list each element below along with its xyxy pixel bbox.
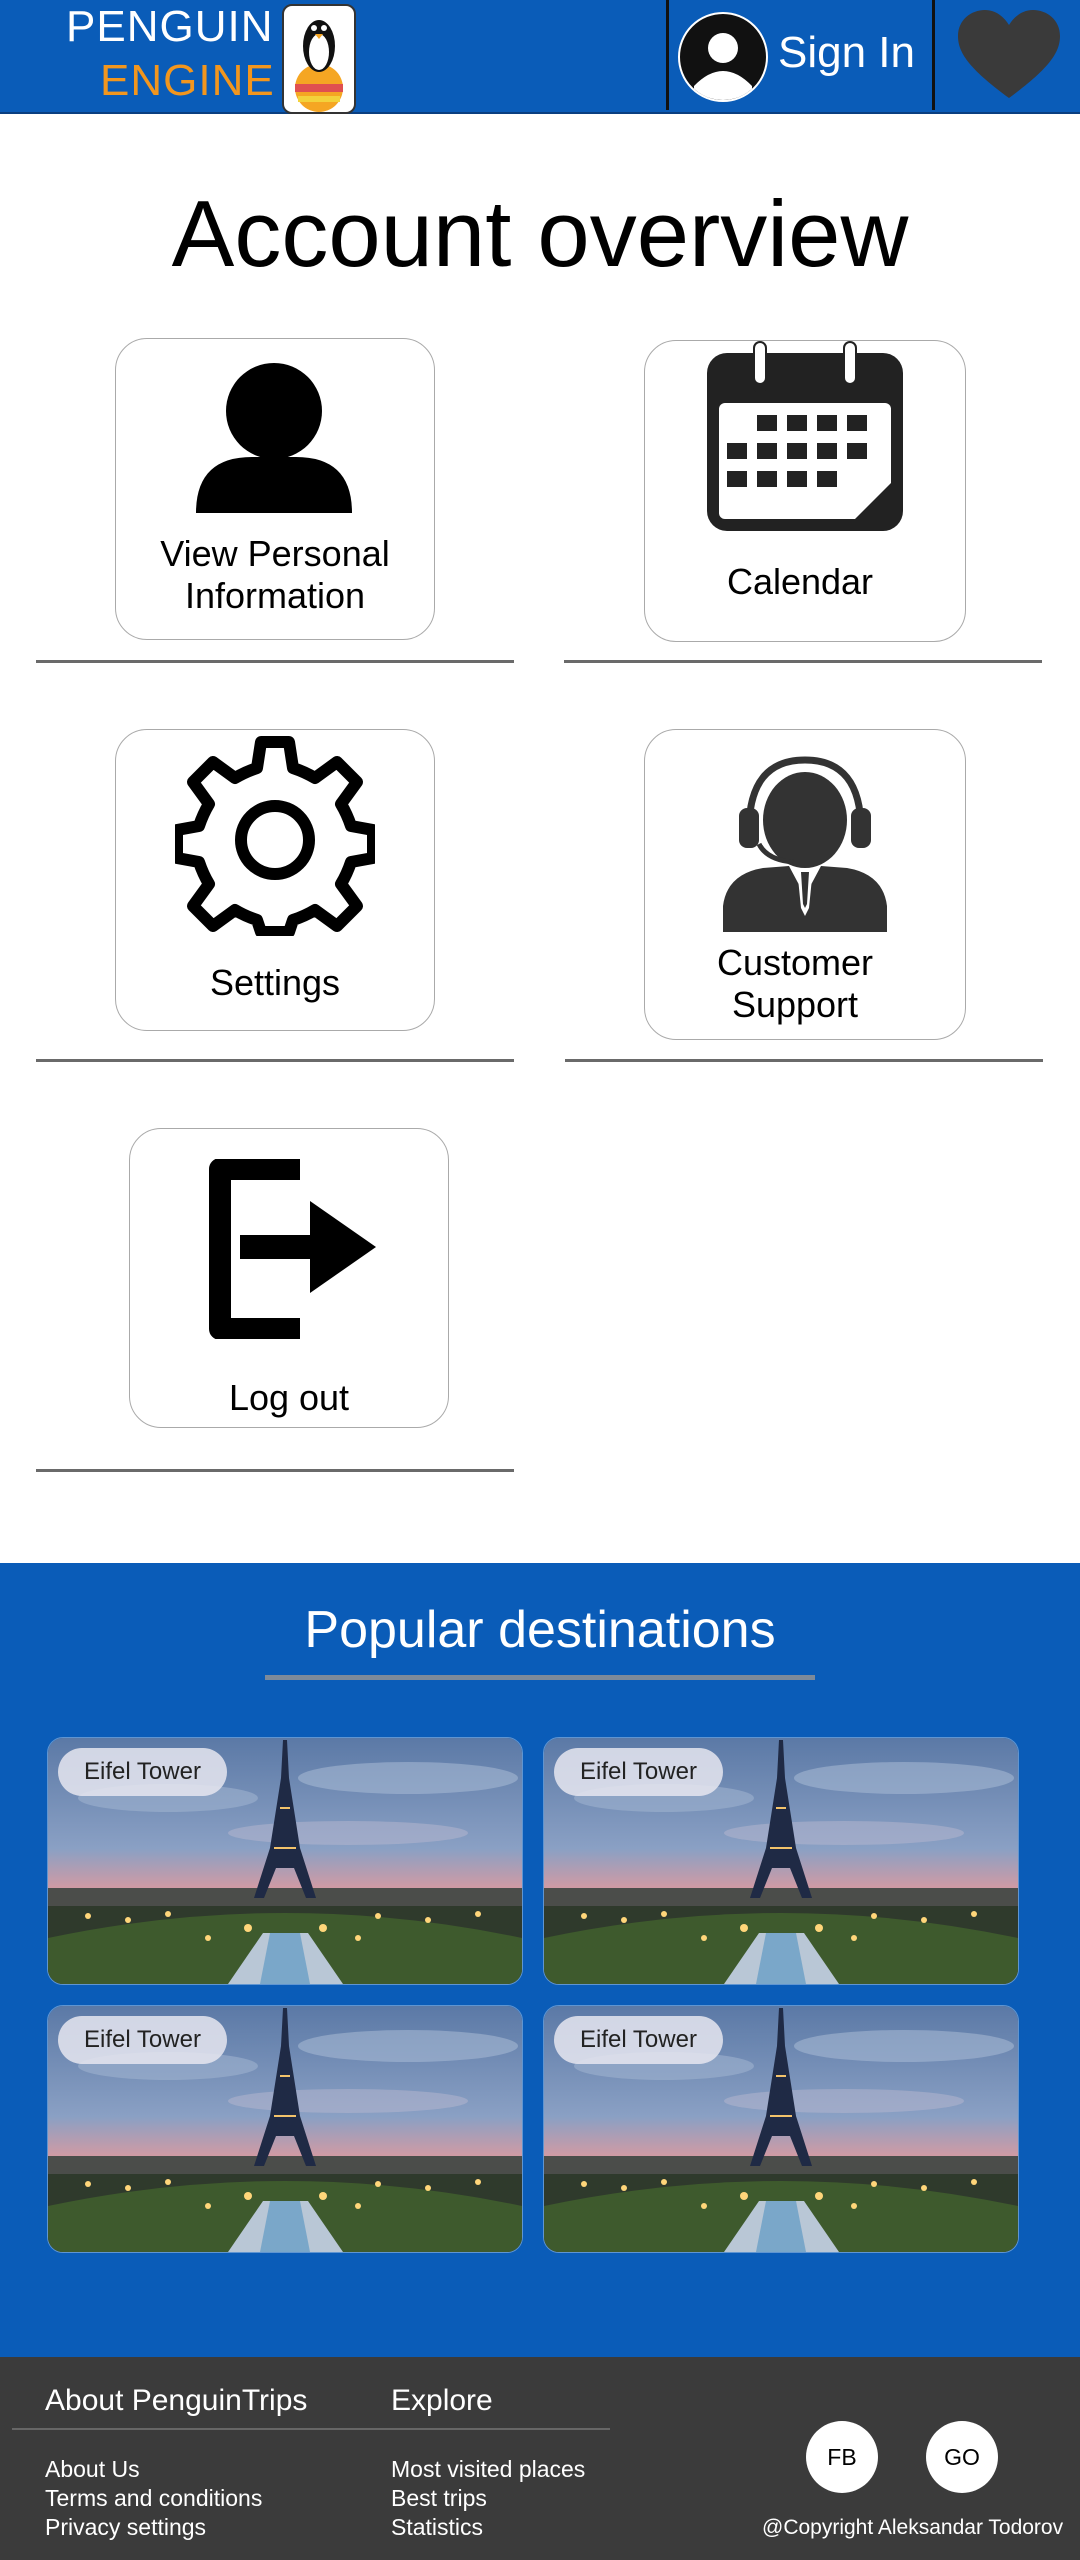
user-icon [196, 363, 352, 513]
destination-label: Eifel Tower [554, 2016, 723, 2064]
destination-label: Eifel Tower [554, 1748, 723, 1796]
calendar-icon [707, 341, 903, 531]
card-label: Support [731, 984, 859, 1025]
footer-divider [12, 2428, 610, 2430]
log-out-card[interactable]: Log out [129, 1128, 449, 1428]
divider [36, 660, 514, 663]
heart-icon[interactable] [938, 0, 1080, 112]
divider [36, 1469, 514, 1472]
facebook-button[interactable]: FB [806, 2421, 878, 2493]
destination-card[interactable]: Eifel Tower [47, 2005, 523, 2253]
copyright-text: @Copyright Aleksandar Todorov [762, 2516, 1064, 2539]
destination-label: Eifel Tower [58, 1748, 227, 1796]
footer-link-best-trips[interactable]: Best trips [391, 2484, 487, 2513]
destination-card[interactable]: Eifel Tower [543, 2005, 1019, 2253]
logo-text-penguin[interactable]: PENGUIN [66, 2, 273, 52]
penguin-logo-icon[interactable] [282, 4, 356, 114]
calendar-card[interactable]: Calendar [644, 340, 966, 642]
settings-card[interactable]: Settings [115, 729, 435, 1031]
card-label: Log out [228, 1377, 350, 1418]
sign-in-label[interactable]: Sign In [778, 28, 915, 78]
logout-icon [209, 1159, 376, 1339]
logo-text-engine[interactable]: ENGINE [100, 56, 275, 106]
card-label: Information [184, 575, 366, 616]
title-underline [265, 1675, 815, 1680]
divider [564, 660, 1042, 663]
card-label: View Personal [160, 533, 390, 574]
footer-link-privacy[interactable]: Privacy settings [45, 2513, 206, 2542]
destination-card[interactable]: Eifel Tower [543, 1737, 1019, 1985]
google-button[interactable]: GO [926, 2421, 998, 2493]
customer-support-card[interactable]: Customer Support [644, 729, 966, 1040]
header-divider [932, 0, 935, 110]
destination-card[interactable]: Eifel Tower [47, 1737, 523, 1985]
gear-icon [175, 736, 375, 936]
footer-link-most-visited[interactable]: Most visited places [391, 2455, 585, 2484]
headset-agent-icon [723, 756, 887, 932]
page-title: Account overview [171, 181, 909, 286]
favorites-button[interactable] [938, 0, 1080, 112]
card-label: Customer [716, 942, 874, 983]
avatar-icon [678, 12, 768, 102]
section-title: Popular destinations [304, 1601, 776, 1659]
divider [36, 1059, 514, 1062]
footer-heading-about: About PenguinTrips [45, 2384, 308, 2417]
card-label: Calendar [726, 561, 874, 602]
destination-label: Eifel Tower [58, 2016, 227, 2064]
footer-heading-explore: Explore [391, 2384, 493, 2417]
view-personal-information-card[interactable]: View Personal Information [115, 338, 435, 640]
divider [565, 1059, 1043, 1062]
footer-link-statistics[interactable]: Statistics [391, 2513, 483, 2542]
card-label: Settings [209, 962, 341, 1003]
footer-link-about-us[interactable]: About Us [45, 2455, 140, 2484]
footer-link-terms[interactable]: Terms and conditions [45, 2484, 262, 2513]
